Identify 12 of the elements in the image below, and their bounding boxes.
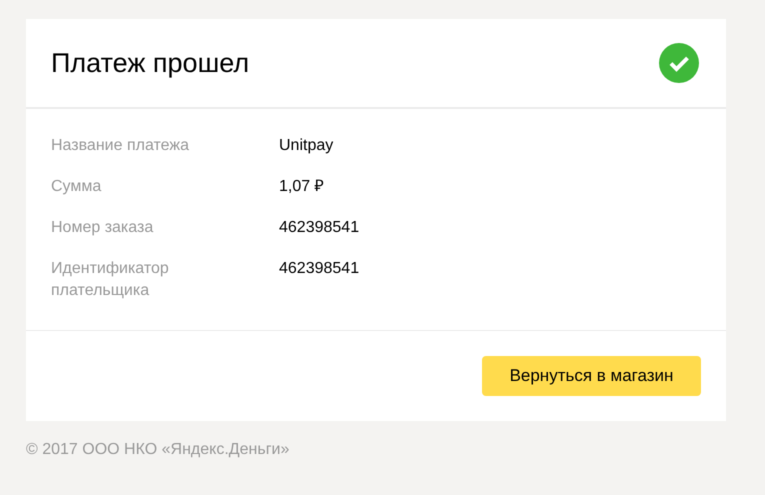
field-value: 1,07 ₽	[279, 177, 324, 197]
field-value: 462398541	[279, 218, 360, 238]
field-label: Сумма	[51, 177, 102, 197]
return-to-shop-button[interactable]: Вернуться в магазин	[482, 356, 701, 396]
field-label: Название платежа	[51, 136, 190, 156]
check-icon	[659, 43, 699, 83]
copyright-text: © 2017 ООО НКО «Яндекс.Деньги»	[26, 440, 290, 460]
field-label: Идентификатор плательщика	[51, 259, 170, 301]
field-label: Номер заказа	[51, 218, 154, 238]
page-title: Платеж прошел	[51, 46, 250, 80]
field-value: Unitpay	[279, 136, 334, 156]
field-value: 462398541	[279, 259, 360, 279]
